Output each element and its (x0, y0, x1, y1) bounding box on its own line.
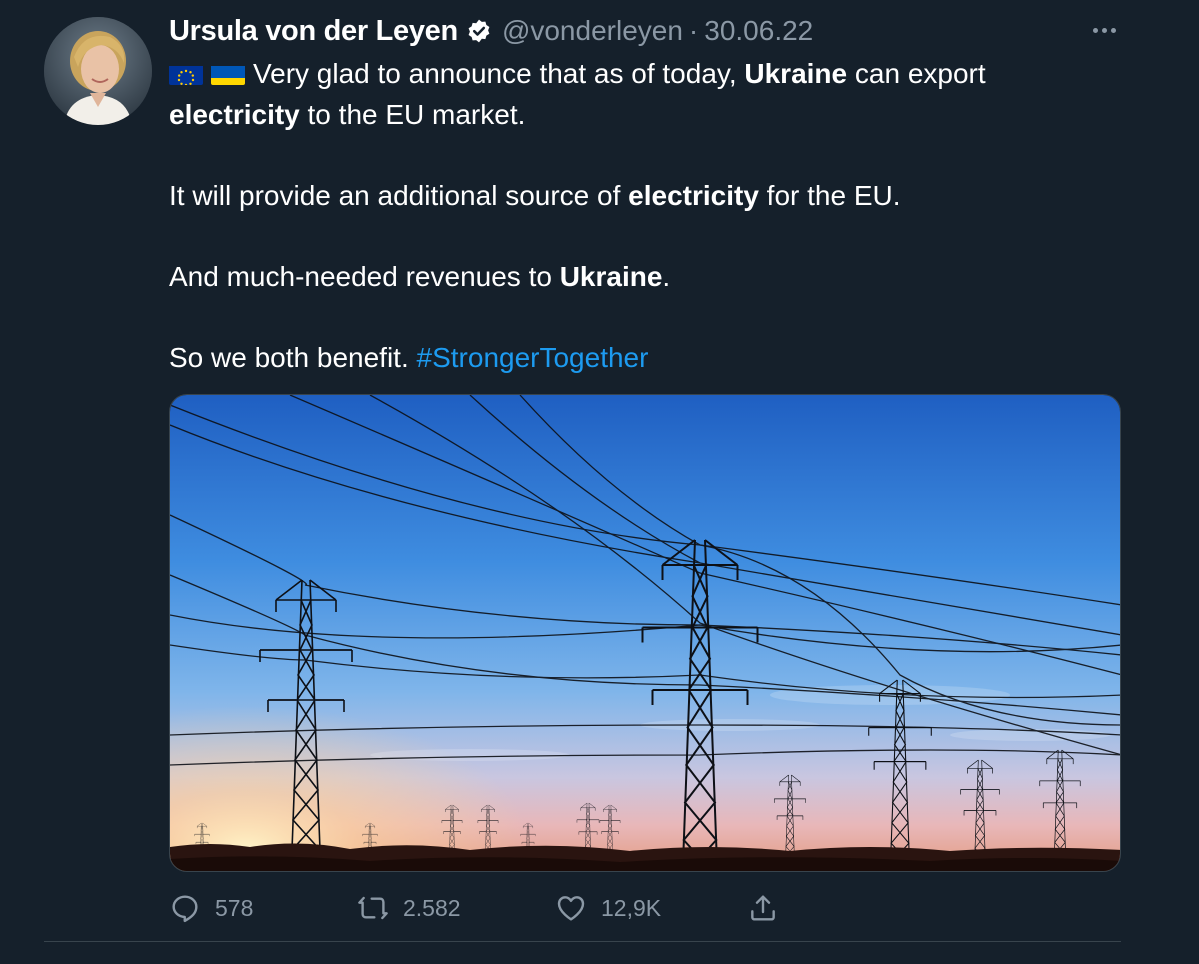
heart-icon (557, 896, 585, 921)
tweet-paragraph: So we both benefit. #StrongerTogether (169, 338, 1129, 379)
like-button[interactable]: 12,9K (555, 886, 661, 930)
divider (44, 941, 1121, 942)
tweet-paragraph: And much-needed revenues to Ukraine. (169, 257, 1129, 298)
more-options-button[interactable] (1084, 20, 1124, 40)
like-count: 12,9K (601, 894, 662, 921)
eu-flag-icon (169, 61, 203, 85)
author-name[interactable]: Ursula von der Leyen (169, 15, 458, 48)
share-button[interactable] (747, 886, 793, 930)
text-segment: And much-needed revenues to (169, 260, 560, 292)
tweet-media-image[interactable] (169, 394, 1121, 872)
tweet-date[interactable]: 30.06.22 (704, 15, 813, 47)
ukraine-flag-icon (211, 61, 245, 85)
reply-button[interactable]: 578 (169, 886, 253, 930)
tweet[interactable]: Ursula von der Leyen @vonderleyen · 30.0… (0, 0, 1199, 964)
reply-icon (172, 895, 198, 923)
bold-ukraine: Ukraine (559, 260, 663, 292)
bold-electricity: electricity (628, 179, 759, 211)
retweet-button[interactable]: 2.582 (357, 886, 461, 930)
bold-electricity: electricity (169, 98, 300, 130)
share-icon (751, 895, 775, 921)
tweet-header: Ursula von der Leyen @vonderleyen · 30.0… (169, 12, 813, 50)
tweet-text: Very glad to announce that as of today, … (169, 54, 1129, 378)
tweet-paragraph: It will provide an additional source of … (169, 176, 1129, 217)
text-segment: . (662, 260, 671, 292)
bold-ukraine: Ukraine (744, 58, 848, 89)
more-dot-icon (1092, 27, 1098, 33)
separator-dot: · (688, 15, 699, 46)
hashtag-link[interactable]: #StrongerTogether (417, 342, 649, 373)
retweet-icon (358, 896, 388, 920)
tweet-paragraph: Very glad to announce that as of today, … (169, 54, 1129, 135)
power-lines-photo (170, 395, 1120, 871)
text-segment: to the EU market. (299, 98, 526, 130)
text-segment: It will provide an additional source of (169, 179, 629, 211)
text-segment: So we both benefit. (169, 341, 417, 373)
text-segment: can export (847, 58, 986, 89)
author-handle[interactable]: @vonderleyen (502, 15, 683, 47)
text-segment: Very glad to announce that as of today, (253, 58, 745, 89)
more-dot-icon (1110, 27, 1116, 33)
tweet-actions: 578 2.582 12,9K (169, 886, 809, 930)
verified-badge-icon (466, 18, 492, 44)
more-dot-icon (1101, 27, 1107, 33)
profile-photo-icon (44, 17, 152, 125)
reply-count: 578 (215, 894, 254, 921)
avatar[interactable] (44, 17, 152, 125)
text-segment: for the EU. (758, 179, 901, 211)
retweet-count: 2.582 (403, 894, 461, 921)
